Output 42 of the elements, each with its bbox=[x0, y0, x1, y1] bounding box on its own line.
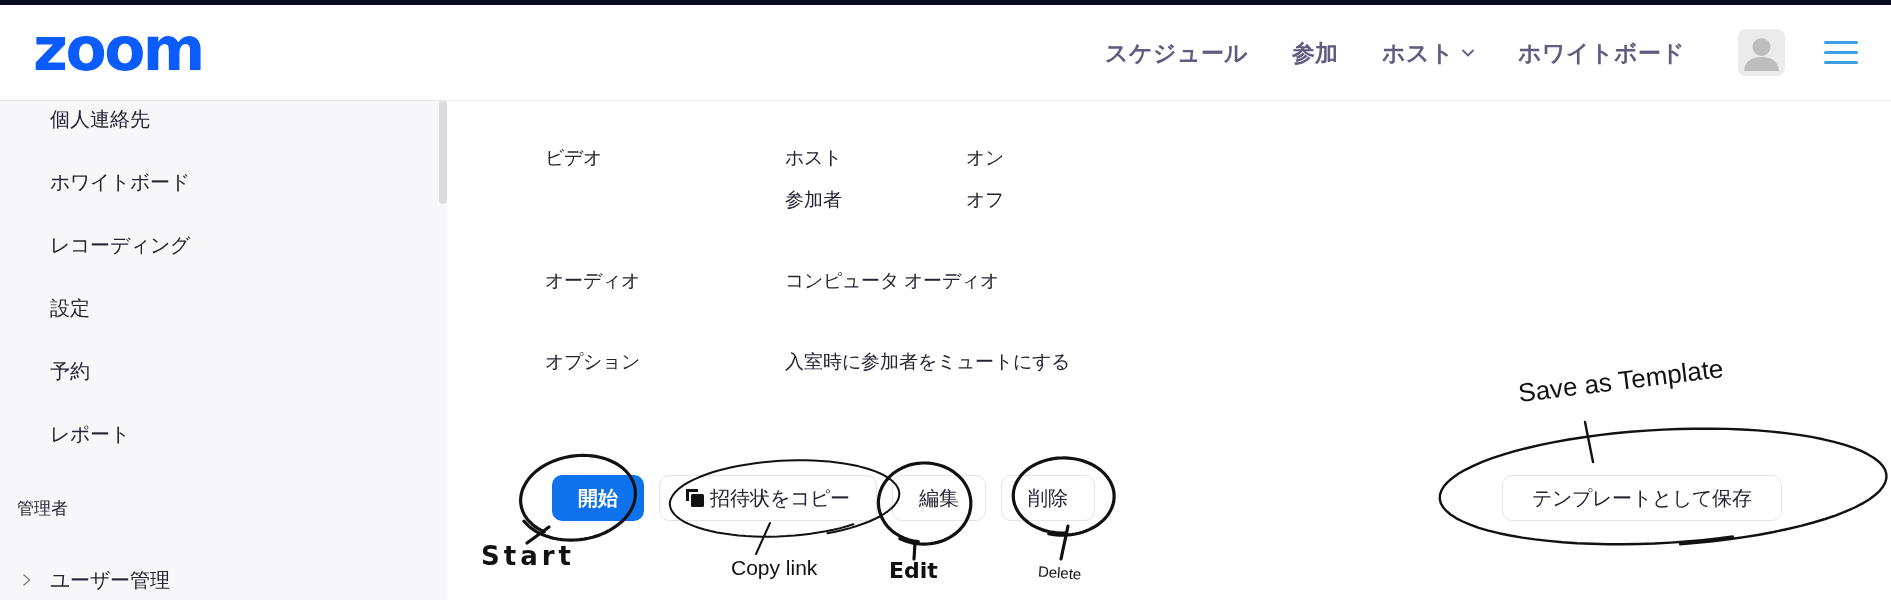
nav-link[interactable]: ホワイトボード bbox=[1518, 37, 1685, 68]
setting-name: ホスト bbox=[785, 146, 843, 170]
sidebar-item[interactable]: 設定 bbox=[50, 290, 90, 326]
primary-button[interactable]: 開始 bbox=[552, 475, 644, 521]
leader-line bbox=[1059, 524, 1070, 561]
sidebar-item[interactable]: ホワイトボード bbox=[50, 164, 190, 200]
setting-label: オプション bbox=[545, 350, 641, 374]
menu-icon[interactable] bbox=[1824, 41, 1858, 64]
setting-name: 参加者 bbox=[785, 188, 843, 212]
sidebar-item[interactable]: レコーディング bbox=[50, 227, 190, 263]
action-button[interactable]: 編集 bbox=[892, 475, 986, 521]
handwritten-note: Save as Template bbox=[1516, 355, 1725, 406]
handwritten-note: Edit bbox=[889, 560, 938, 582]
setting-value: コンピュータ オーディオ bbox=[785, 269, 1000, 293]
setting-value: オン bbox=[966, 146, 1004, 170]
nav-link[interactable]: 参加 bbox=[1292, 37, 1338, 68]
nav-dropdown[interactable]: ホスト bbox=[1382, 37, 1474, 68]
leader-line bbox=[755, 522, 771, 555]
handwritten-note: Delete bbox=[1037, 563, 1082, 582]
sidebar-item[interactable]: レポート bbox=[50, 416, 130, 452]
scrollbar-thumb[interactable] bbox=[439, 101, 447, 204]
action-button[interactable]: 削除 bbox=[1001, 475, 1095, 521]
zoom-logo[interactable]: zoom bbox=[33, 18, 203, 79]
setting-label: オーディオ bbox=[545, 269, 641, 293]
leader-line bbox=[525, 525, 551, 545]
copy-icon bbox=[686, 489, 704, 507]
sidebar-section-heading: 管理者 bbox=[17, 498, 68, 520]
save-template-button[interactable]: テンプレートとして保存 bbox=[1502, 475, 1782, 521]
chevron-down-icon bbox=[1462, 48, 1474, 57]
sidebar-item[interactable]: 予約 bbox=[50, 353, 90, 389]
handwritten-note: Copy link bbox=[731, 557, 818, 578]
nav-link[interactable]: スケジュール bbox=[1105, 37, 1248, 68]
leader-line bbox=[912, 541, 917, 561]
setting-value: オフ bbox=[966, 188, 1004, 212]
handwritten-note: Start bbox=[481, 543, 575, 569]
sidebar-item[interactable]: 個人連絡先 bbox=[50, 101, 150, 137]
sidebar-group[interactable]: ユーザー管理 bbox=[22, 562, 170, 598]
copy-button[interactable]: 招待状をコピー bbox=[659, 475, 877, 521]
setting-label: ビデオ bbox=[545, 146, 603, 170]
setting-value: 入室時に参加者をミュートにする bbox=[785, 350, 1070, 374]
avatar-icon[interactable] bbox=[1738, 29, 1785, 76]
leader-line bbox=[1583, 420, 1595, 464]
